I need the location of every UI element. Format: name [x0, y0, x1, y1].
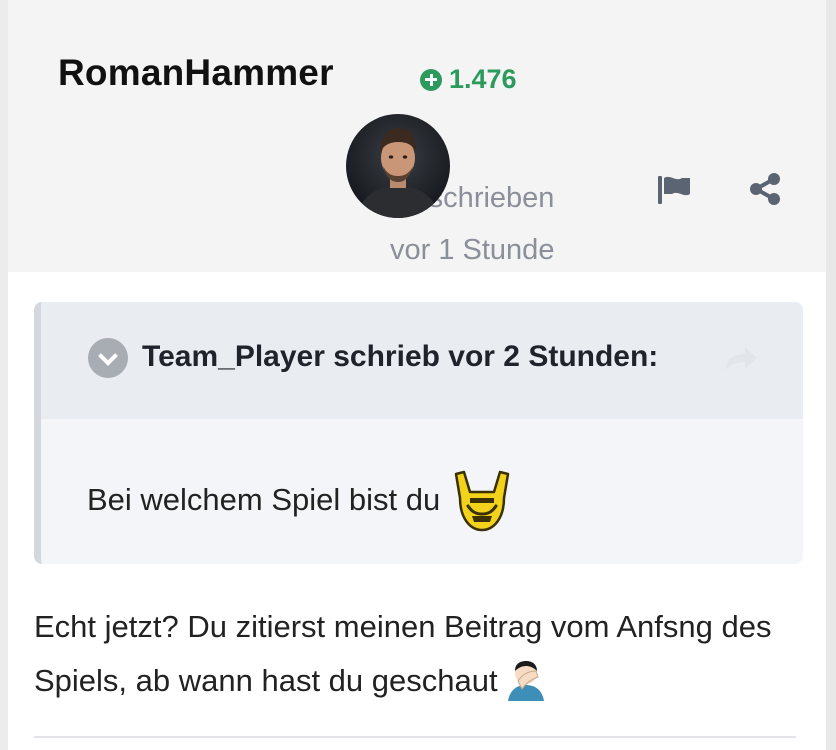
- quote-text: Bei welchem Spiel bist du: [87, 462, 518, 538]
- author-name[interactable]: RomanHammer: [58, 52, 334, 94]
- avatar[interactable]: [346, 114, 450, 218]
- post-divider: [34, 736, 796, 738]
- flag-icon[interactable]: [656, 174, 692, 204]
- plus-circle-icon: [420, 68, 442, 91]
- quote-header[interactable]: Team_Player schrieb vor 2 Stunden:: [41, 302, 803, 419]
- quote-text-content: Bei welchem Spiel bist du: [87, 482, 441, 517]
- reply-arrow-icon[interactable]: [721, 344, 759, 374]
- post-body: Echt jetzt? Du zitierst meinen Beitrag v…: [34, 600, 804, 708]
- post-date-time[interactable]: vor 1 Stunde: [390, 224, 590, 276]
- chevron-down-icon[interactable]: [88, 338, 128, 378]
- forum-post: RomanHammer 1.476 Geschrieben vor 1 Stun…: [0, 0, 836, 750]
- quote-block: Team_Player schrieb vor 2 Stunden: Bei w…: [34, 302, 803, 564]
- share-icon[interactable]: [748, 172, 782, 206]
- rock-on-emoji: [454, 470, 510, 532]
- quote-citation: Team_Player schrieb vor 2 Stunden:: [142, 340, 659, 373]
- reputation-badge[interactable]: 1.476: [420, 64, 517, 95]
- page-edge-left: [0, 0, 8, 750]
- facepalm-emoji: [507, 660, 544, 701]
- post-body-text: Echt jetzt? Du zitierst meinen Beitrag v…: [34, 609, 772, 698]
- reputation-count: 1.476: [449, 64, 517, 94]
- page-edge-right: [826, 0, 836, 750]
